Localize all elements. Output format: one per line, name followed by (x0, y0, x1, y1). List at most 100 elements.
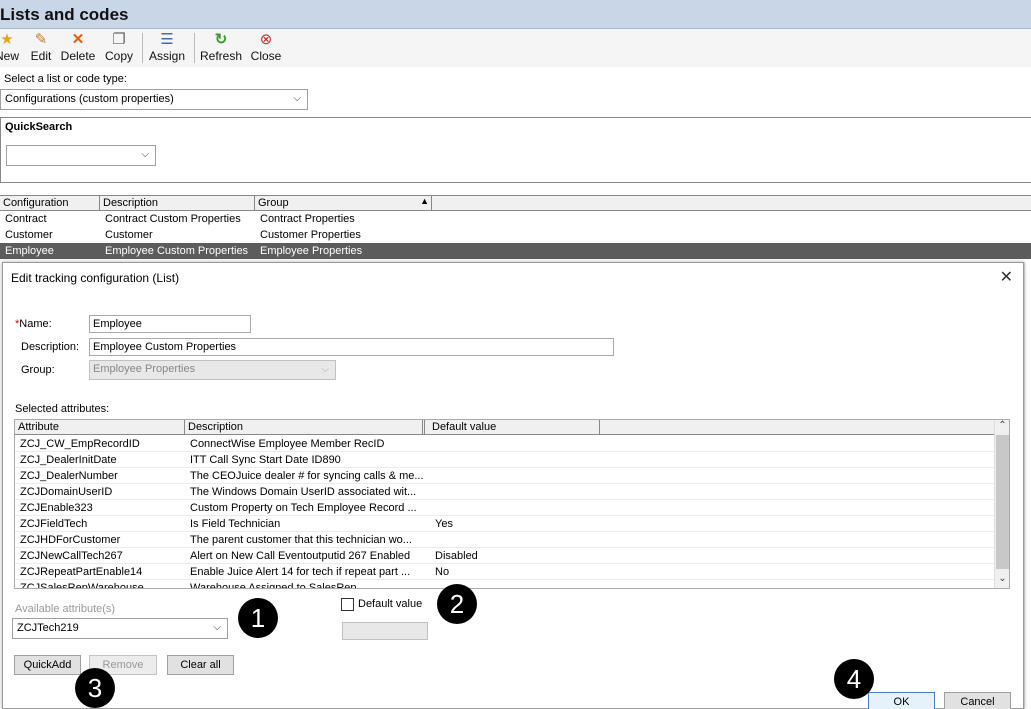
callout-badge-4: 4 (834, 659, 874, 699)
assign-button[interactable]: ☰ Assign (148, 31, 186, 65)
column-header-configuration[interactable]: Configuration (0, 196, 100, 211)
scroll-down-icon[interactable]: ⌄ (995, 573, 1009, 587)
table-row[interactable]: ZCJHDForCustomer The parent customer tha… (15, 532, 995, 548)
table-row[interactable]: ZCJRepeatPartEnable14 Enable Juice Alert… (15, 564, 995, 580)
table-cell: ZCJHDForCustomer (20, 534, 121, 546)
table-row[interactable]: Customer Customer Customer Properties (0, 227, 1031, 243)
table-row[interactable]: ZCJSalesRepWarehouse Warehouse Assigned … (15, 580, 995, 589)
table-row[interactable]: ZCJ_DealerNumber The CEOJuice dealer # f… (15, 468, 995, 484)
scrollbar-thumb[interactable] (996, 435, 1009, 569)
chevron-down-icon: ⌵ (141, 149, 149, 160)
copy-button[interactable]: ❐ Copy (103, 31, 135, 65)
default-value-checkbox[interactable] (341, 598, 354, 611)
chevron-down-icon: ⌵ (321, 364, 329, 375)
selected-attributes-grid: Attribute Description Default value ZCJ_… (14, 419, 1010, 589)
close-red-icon: ⊗ (259, 31, 273, 48)
default-value-field (342, 622, 428, 640)
name-field[interactable]: Employee (89, 315, 251, 333)
available-attribute-value: ZCJTech219 (17, 622, 79, 634)
available-attributes-select[interactable]: ZCJTech219 ⌵ (12, 618, 228, 639)
new-button[interactable]: ★ New (0, 31, 20, 65)
table-cell: Customer (105, 229, 153, 241)
edit-label: Edit (30, 49, 52, 63)
group-value: Employee Properties (93, 363, 196, 375)
table-cell: Custom Property on Tech Employee Record … (190, 502, 417, 514)
table-cell: Contract (5, 213, 47, 225)
callout-badge-3: 3 (75, 668, 115, 708)
available-attributes-label: Available attribute(s) (15, 603, 116, 615)
default-value-label: Default value (358, 598, 423, 610)
sort-ascending-icon: ▲ (420, 196, 429, 206)
table-cell (430, 500, 600, 516)
star-icon: ★ (0, 31, 14, 48)
table-row[interactable]: ZCJ_CW_EmpRecordID ConnectWise Employee … (15, 436, 995, 452)
table-cell: Yes (435, 518, 453, 530)
table-row[interactable]: ZCJ_DealerInitDate ITT Call Sync Start D… (15, 452, 995, 468)
assign-label: Assign (148, 49, 186, 63)
table-row-selected[interactable]: Employee Employee Custom Properties Empl… (0, 243, 1031, 259)
callout-badge-1: 1 (238, 598, 278, 638)
column-header-default-value[interactable]: Default value (429, 420, 600, 435)
table-cell: Customer (5, 229, 53, 241)
background-grid-edge (1024, 262, 1031, 709)
table-cell: ITT Call Sync Start Date ID890 (190, 454, 341, 466)
description-label: Description: (21, 341, 80, 353)
table-row[interactable]: Contract Contract Custom Properties Cont… (0, 211, 1031, 227)
table-cell: Alert on New Call Eventoutputid 267 Enab… (190, 550, 411, 562)
chevron-down-icon: ⌵ (213, 622, 221, 633)
table-cell: Employee (5, 245, 54, 257)
table-cell: Disabled (435, 550, 478, 562)
table-cell: ZCJEnable323 (20, 502, 93, 514)
assign-icon: ☰ (160, 31, 174, 48)
delete-label: Delete (60, 49, 96, 63)
clear-all-button[interactable]: Clear all (167, 655, 234, 675)
selected-attributes-label: Selected attributes: (15, 403, 110, 415)
name-label-text: Name: (19, 318, 52, 330)
table-row[interactable]: ZCJNewCallTech267 Alert on New Call Even… (15, 548, 995, 564)
refresh-button[interactable]: ↻ Refresh (200, 31, 242, 65)
column-header-attribute[interactable]: Attribute (15, 420, 185, 435)
close-button[interactable]: ⊗ Close (249, 31, 283, 65)
description-field[interactable]: Employee Custom Properties (89, 338, 614, 356)
table-cell: The Windows Domain UserID associated wit… (190, 486, 417, 498)
group-select: Employee Properties ⌵ (89, 360, 336, 380)
table-row[interactable]: ZCJDomainUserID The Windows Domain UserI… (15, 484, 995, 500)
delete-x-icon: ✕ (71, 31, 85, 48)
list-type-value: Configurations (custom properties) (5, 93, 174, 105)
close-label: Close (250, 49, 282, 63)
new-label: New (0, 49, 19, 63)
table-cell: Warehouse Assigned to SalesRep (190, 582, 357, 589)
table-cell (430, 484, 600, 500)
table-cell: Is Field Technician (190, 518, 281, 530)
scroll-up-icon[interactable]: ⌃ (995, 420, 1009, 434)
toolbar: ★ New ✎ Edit ✕ Delete ❐ Copy ☰ Assign ↻ … (0, 29, 1031, 67)
table-cell: ZCJNewCallTech267 (20, 550, 123, 562)
quickadd-button[interactable]: QuickAdd (14, 655, 81, 675)
delete-button[interactable]: ✕ Delete (59, 31, 97, 65)
table-cell: ZCJ_CW_EmpRecordID (20, 438, 140, 450)
list-type-select[interactable]: Configurations (custom properties) ⌵ (0, 89, 308, 110)
column-header-description[interactable]: Description (185, 420, 425, 435)
attributes-scrollbar[interactable]: ⌃ ⌄ (994, 420, 1009, 588)
attributes-grid-header: Attribute Description Default value (15, 420, 995, 435)
dialog-title: Edit tracking configuration (List) (11, 271, 180, 285)
column-header-group[interactable]: Group ▲ (255, 196, 432, 211)
quicksearch-select[interactable]: ⌵ (6, 145, 156, 166)
close-icon[interactable]: ✕ (1000, 267, 1013, 287)
ok-button[interactable]: OK (868, 692, 935, 709)
table-cell: ZCJSalesRepWarehouse (20, 582, 144, 589)
table-row[interactable]: ZCJFieldTech Is Field Technician Yes (15, 516, 995, 532)
table-cell: Contract Custom Properties (105, 213, 241, 225)
table-row[interactable]: ZCJEnable323 Custom Property on Tech Emp… (15, 500, 995, 516)
column-header-description[interactable]: Description (100, 196, 255, 211)
list-type-label: Select a list or code type: (4, 73, 127, 85)
quicksearch-title: QuickSearch (5, 121, 73, 133)
cancel-button[interactable]: Cancel (944, 692, 1011, 709)
table-cell: The parent customer that this technician… (190, 534, 412, 546)
edit-button[interactable]: ✎ Edit (28, 31, 54, 65)
table-cell: Contract Properties (260, 213, 355, 225)
table-cell (430, 436, 600, 452)
table-cell: ZCJ_DealerNumber (20, 470, 118, 482)
callout-badge-2: 2 (437, 584, 477, 624)
table-cell (430, 532, 600, 548)
